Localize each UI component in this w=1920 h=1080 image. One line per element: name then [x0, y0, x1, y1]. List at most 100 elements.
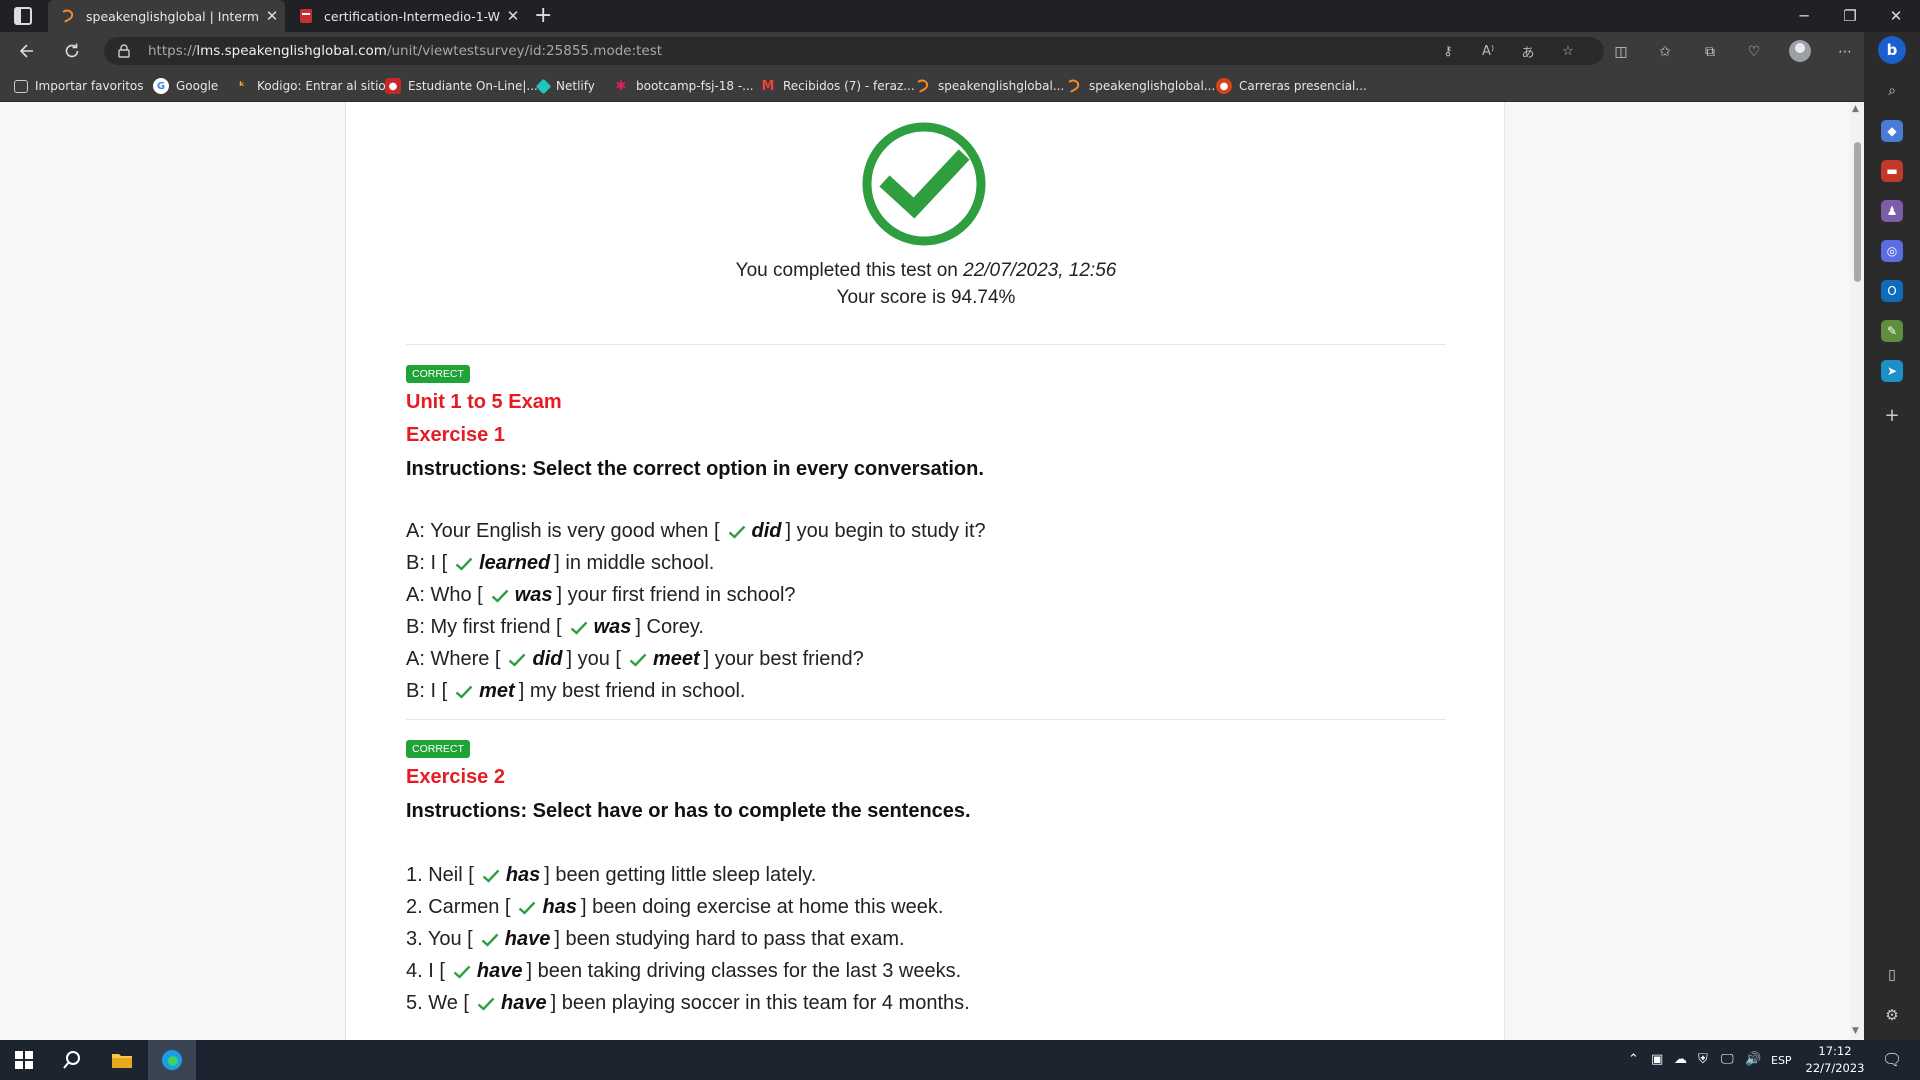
favorite-carreras[interactable]: ● Carreras presencial...	[1216, 77, 1367, 95]
exercise-1-line: A: Where [ did ] you [ meet ] your best …	[406, 648, 864, 671]
send-icon[interactable]: ➤	[1881, 360, 1903, 382]
notifications-icon[interactable]: 🗨	[1882, 1050, 1902, 1069]
hide-sidebar-icon[interactable]: ▯	[1881, 964, 1903, 986]
exercise-2-line: 3. You [ have ] been studying hard to pa…	[406, 928, 905, 951]
tab-actions-icon[interactable]	[14, 7, 32, 25]
answer-text: did	[751, 520, 782, 542]
title-bar: speakenglishglobal | Intermedio ✕ certif…	[0, 0, 1920, 32]
games-icon[interactable]: ♟	[1881, 200, 1903, 222]
refresh-icon[interactable]	[59, 38, 85, 64]
favorites-icon[interactable]: ✩	[1654, 41, 1676, 63]
search-icon[interactable]	[48, 1040, 96, 1080]
file-explorer-icon[interactable]	[98, 1040, 146, 1080]
tab-title: speakenglishglobal | Intermedio	[86, 8, 259, 24]
slack-icon: ✱	[615, 78, 627, 94]
search-icon[interactable]: ⌕	[1881, 80, 1903, 102]
favorite-google[interactable]: G Google	[153, 77, 218, 95]
answer: learned	[451, 552, 550, 575]
favorite-speakenglishglobal-1[interactable]: speakenglishglobal...	[915, 77, 1064, 95]
lock-icon[interactable]	[118, 44, 130, 58]
security-icon[interactable]: ⛨	[1698, 1052, 1708, 1067]
favorite-bootcamp[interactable]: ✱ bootcamp-fsj-18 -...	[613, 77, 754, 95]
exercise-2-line: 2. Carmen [ has ] been doing exercise at…	[406, 896, 943, 919]
close-tab-icon[interactable]: ✕	[500, 7, 526, 25]
more-menu-icon[interactable]: ⋯	[1834, 41, 1856, 63]
new-tab-icon[interactable]: +	[534, 3, 552, 28]
favorite-label: Google	[176, 79, 219, 93]
url-path: /unit/viewtestsurvey/id:25855.mode:test	[386, 43, 663, 59]
page-scrollbar[interactable]: ▲ ▼	[1850, 102, 1864, 1040]
answer: meet	[625, 648, 700, 671]
speakenglishglobal-icon	[917, 79, 929, 93]
line-text: 1. Neil [	[406, 864, 474, 886]
scroll-down-icon[interactable]: ▼	[1852, 1026, 1859, 1036]
restore-icon[interactable]: ❐	[1827, 0, 1873, 32]
answer-text: have	[501, 992, 547, 1014]
test-result-card: You completed this test on 22/07/2023, 1…	[345, 102, 1505, 1040]
drop-icon[interactable]: ✎	[1881, 320, 1903, 342]
address-bar[interactable]: https://lms.speakenglishglobal.com/unit/…	[104, 37, 1604, 65]
profile-avatar[interactable]	[1789, 40, 1811, 62]
favorite-estudiante[interactable]: ● Estudiante On-Line|...	[385, 77, 538, 95]
line-text: A: Your English is very good when [	[406, 520, 720, 542]
exercise-2-line: 5. We [ have ] been playing soccer in th…	[406, 992, 970, 1015]
line-text: B: My first friend [	[406, 616, 562, 638]
close-tab-icon[interactable]: ✕	[259, 7, 285, 25]
scrollbar-thumb[interactable]	[1854, 142, 1861, 282]
favorite-gmail[interactable]: M Recibidos (7) - feraz...	[760, 77, 915, 95]
microsoft-365-icon[interactable]: ◎	[1881, 240, 1903, 262]
network-icon[interactable]: 🖵	[1721, 1052, 1734, 1067]
start-icon[interactable]	[0, 1040, 48, 1080]
sidebar-settings-icon[interactable]: ⚙	[1881, 1004, 1903, 1026]
line-text: ] been getting little sleep lately.	[544, 864, 817, 886]
volume-icon[interactable]: 🔊	[1745, 1052, 1761, 1067]
answer-text: has	[505, 864, 541, 886]
line-text: ] been studying hard to pass that exam.	[554, 928, 905, 950]
translate-icon[interactable]: あ	[1517, 41, 1539, 61]
minimize-icon[interactable]: ─	[1781, 0, 1827, 32]
system-clock[interactable]: 17:12 22/7/2023	[1800, 1043, 1870, 1077]
tools-icon[interactable]: ▬	[1881, 160, 1903, 182]
add-sidebar-app-icon[interactable]: +	[1881, 404, 1903, 426]
read-aloud-icon[interactable]: A⁾	[1477, 41, 1499, 61]
favorite-netlify[interactable]: Netlify	[535, 77, 595, 95]
show-hidden-icons-icon[interactable]: ⌃	[1628, 1052, 1639, 1067]
url-text[interactable]: https://lms.speakenglishglobal.com/unit/…	[148, 43, 662, 59]
key-icon[interactable]: ⚷	[1437, 41, 1459, 61]
score-text: Your score is 94.74%	[836, 287, 1016, 308]
shopping-icon[interactable]: ◆	[1881, 120, 1903, 142]
exam-title: Unit 1 to 5 Exam	[406, 391, 562, 413]
favorite-kodigo[interactable]: ᵏ Kodigo: Entrar al sitio	[234, 77, 386, 95]
divider	[406, 344, 1446, 345]
url-host: lms.speakenglishglobal.com	[196, 43, 387, 59]
collections-icon[interactable]: ⧉	[1699, 41, 1721, 63]
import-icon	[14, 79, 28, 93]
split-screen-icon[interactable]: ◫	[1610, 41, 1632, 63]
meet-now-icon[interactable]: ▣	[1651, 1052, 1663, 1067]
favorite-label: Carreras presencial...	[1239, 79, 1367, 93]
favorite-speakenglishglobal-2[interactable]: speakenglishglobal...	[1066, 77, 1215, 95]
speakenglishglobal-icon	[1068, 79, 1080, 93]
favorite-import[interactable]: Importar favoritos	[14, 77, 144, 95]
back-icon[interactable]	[14, 38, 40, 64]
answer: has	[514, 896, 577, 919]
navigation-toolbar: https://lms.speakenglishglobal.com/unit/…	[0, 32, 1864, 70]
edge-browser-icon[interactable]	[148, 1040, 196, 1080]
line-text: ] my best friend in school.	[518, 680, 746, 702]
tab-title: certification-Intermedio-1-WD5-	[324, 8, 500, 24]
outlook-icon[interactable]: O	[1881, 280, 1903, 302]
language-indicator[interactable]: ESP	[1771, 1054, 1792, 1067]
answer: did	[724, 520, 782, 543]
favorite-star-icon[interactable]: ☆	[1557, 41, 1579, 61]
line-text: ] your first friend in school?	[556, 584, 796, 606]
browser-essentials-icon[interactable]: ♡	[1743, 41, 1765, 63]
speakenglishglobal-favicon	[62, 9, 74, 23]
line-text: ] been playing soccer in this team for 4…	[550, 992, 970, 1014]
scroll-up-icon[interactable]: ▲	[1852, 104, 1859, 114]
netlify-icon	[535, 78, 552, 94]
tab-speakenglishglobal[interactable]: speakenglishglobal | Intermedio ✕	[48, 0, 285, 32]
close-window-icon[interactable]: ✕	[1873, 0, 1919, 32]
onedrive-icon[interactable]: ☁	[1674, 1052, 1687, 1067]
tab-certification[interactable]: certification-Intermedio-1-WD5- ✕	[286, 0, 526, 32]
bing-copilot-icon[interactable]: b	[1878, 36, 1906, 64]
